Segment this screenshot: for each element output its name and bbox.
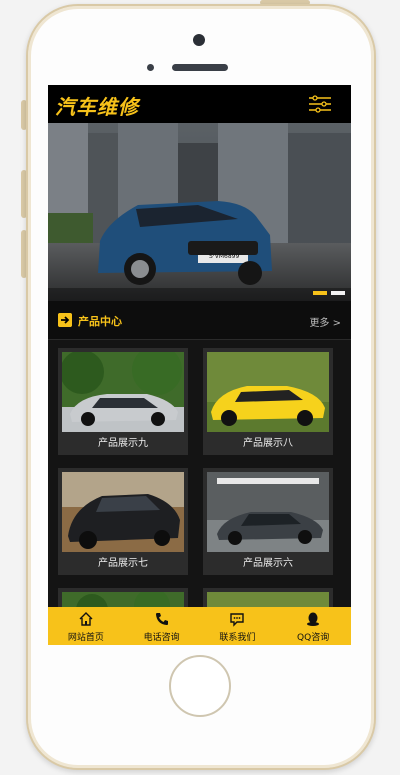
menu-icon[interactable] [309, 95, 331, 113]
nav-home[interactable]: 网站首页 [48, 607, 124, 645]
product-card[interactable]: 产品展示六 [203, 468, 333, 575]
nav-contact-label: 联系我们 [219, 633, 256, 643]
app-screen: 汽车维修 S·VM6899 产品中心 更多 > 产品展示九 产品展示八 产品展示… [48, 85, 351, 645]
bottom-nav: 网站首页 电话咨询 联系我们 QQ咨询 [48, 607, 351, 645]
product-image [207, 352, 329, 432]
nav-phone-label: 电话咨询 [143, 633, 180, 643]
section-title: 产品中心 [78, 315, 122, 328]
product-image [207, 472, 329, 552]
carousel-dot[interactable] [331, 291, 345, 295]
front-camera [193, 34, 205, 46]
qq-icon [307, 612, 320, 626]
proximity-sensor [147, 64, 154, 71]
home-icon [79, 612, 93, 626]
product-image [62, 472, 184, 552]
home-button[interactable] [169, 655, 231, 717]
product-label: 产品展示六 [243, 558, 293, 569]
app-logo[interactable]: 汽车维修 [55, 91, 139, 120]
product-card[interactable]: 产品展示八 [203, 348, 333, 455]
product-label: 产品展示八 [243, 438, 293, 449]
license-plate: S·VM6899 [209, 253, 240, 260]
product-card[interactable]: 产品展示七 [58, 468, 188, 575]
arrow-right-icon [58, 313, 72, 327]
earpiece-speaker [172, 64, 228, 71]
carousel-dot-active[interactable] [313, 291, 327, 295]
carousel-indicators [313, 291, 345, 295]
product-section-header: 产品中心 更多 > [48, 301, 351, 340]
product-image [62, 352, 184, 432]
more-link[interactable]: 更多 > [309, 314, 341, 329]
nav-home-label: 网站首页 [67, 633, 104, 643]
product-label: 产品展示九 [98, 438, 148, 449]
product-card[interactable]: 产品展示九 [58, 348, 188, 455]
nav-contact[interactable]: 联系我们 [200, 607, 276, 645]
nav-phone[interactable]: 电话咨询 [124, 607, 200, 645]
chat-icon [230, 613, 245, 627]
phone-icon [155, 613, 168, 625]
nav-qq[interactable]: QQ咨询 [275, 607, 351, 645]
app-header: 汽车维修 [48, 85, 351, 123]
hero-banner[interactable]: S·VM6899 [48, 123, 351, 301]
product-label: 产品展示七 [98, 558, 148, 569]
nav-qq-label: QQ咨询 [297, 633, 330, 643]
banner-image [48, 123, 351, 301]
